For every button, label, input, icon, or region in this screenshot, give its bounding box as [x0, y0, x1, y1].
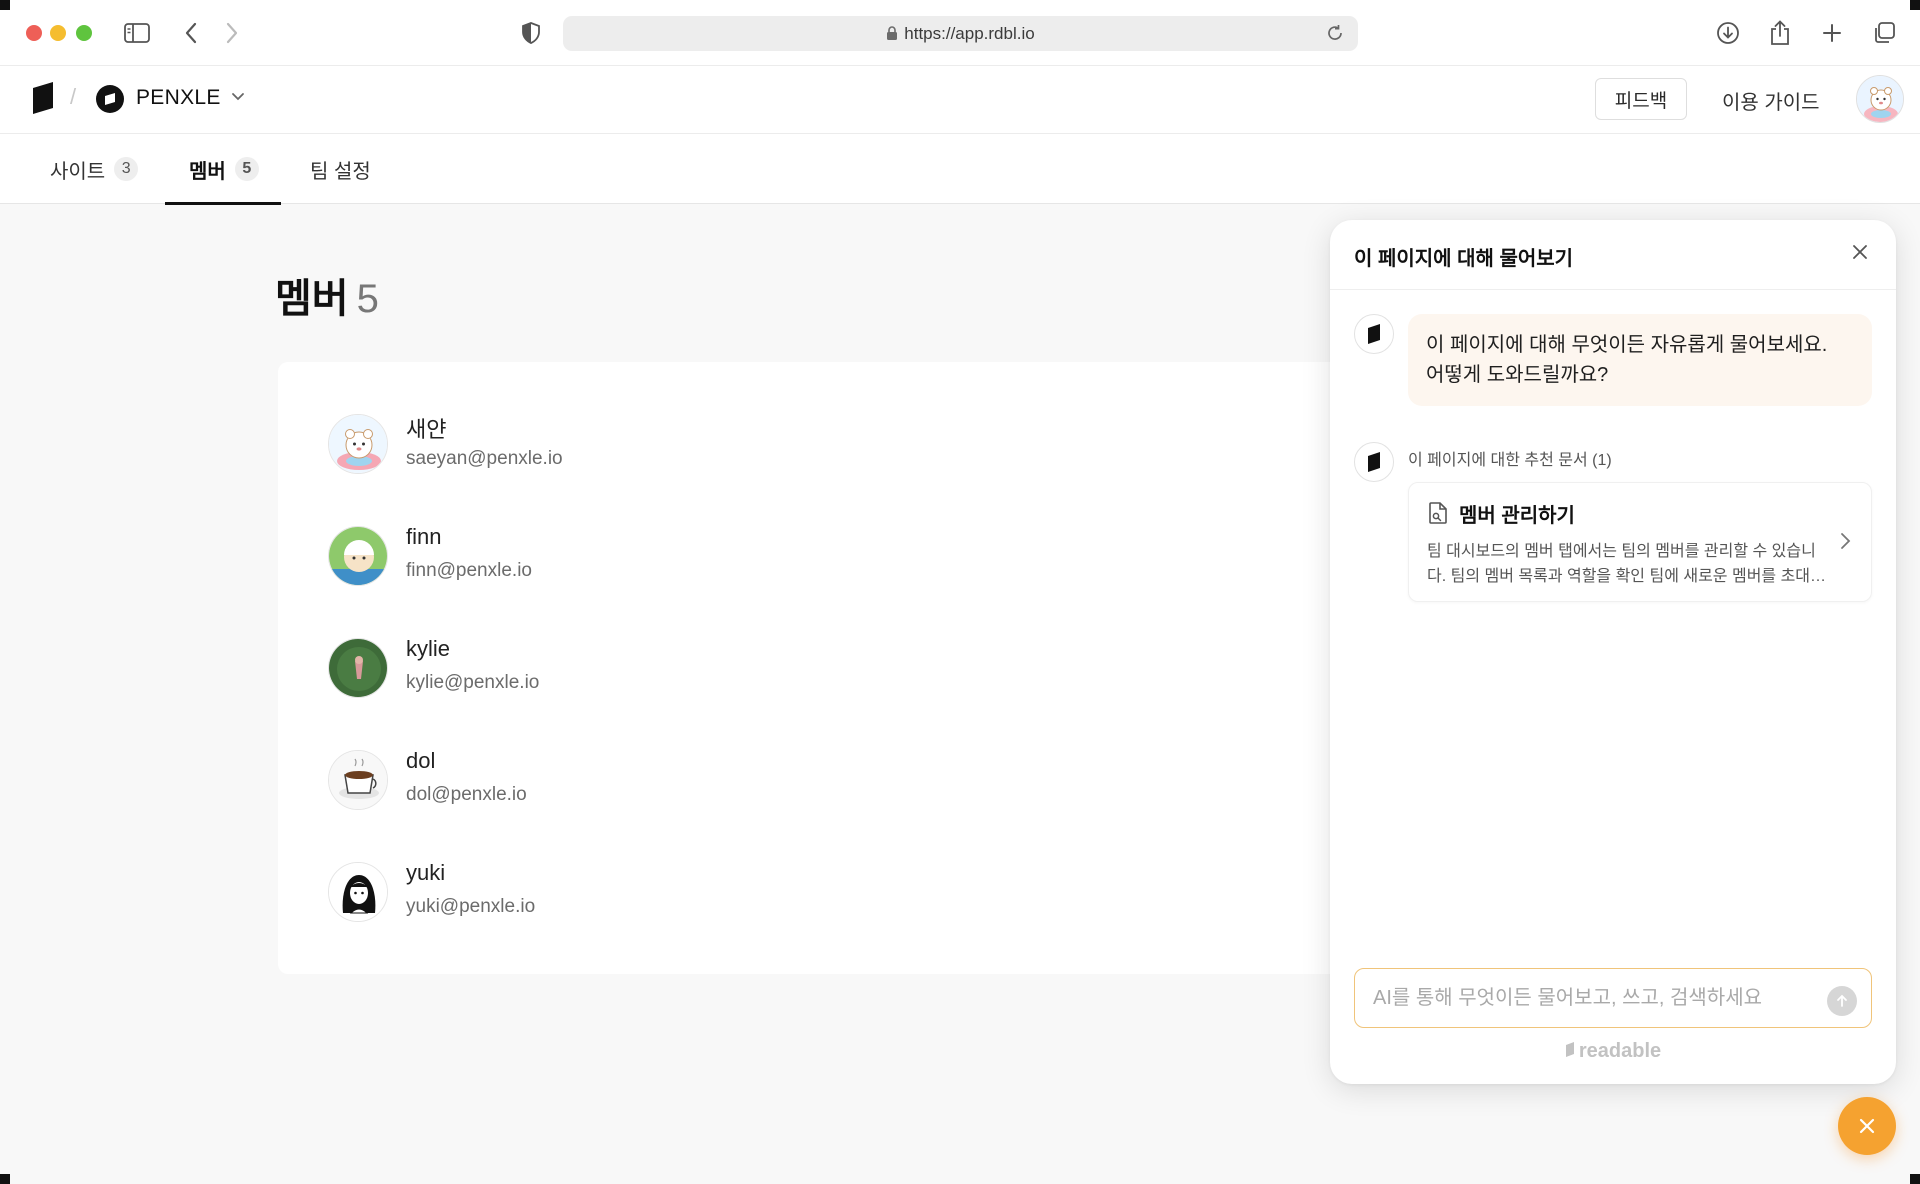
back-icon[interactable] [177, 19, 205, 47]
powered-by-text: readable [1578, 1040, 1662, 1062]
tab-members[interactable]: 멤버 5 [165, 134, 281, 205]
frame-corner [1910, 0, 1920, 10]
chevron-right-icon [1839, 531, 1851, 556]
page-title-text: 멤버 [275, 277, 349, 321]
privacy-shield-icon[interactable] [517, 19, 545, 47]
send-button[interactable] [1827, 986, 1857, 1016]
user-avatar[interactable] [1856, 75, 1904, 123]
close-icon[interactable] [1850, 242, 1870, 267]
avatar [328, 414, 388, 474]
frame-corner [1910, 1174, 1920, 1184]
avatar [328, 750, 388, 810]
maximize-window-button[interactable] [76, 25, 92, 41]
member-name: dol [406, 748, 436, 773]
member-name: kylie [406, 636, 451, 661]
member-email: saeyan@penxle.io [406, 448, 563, 469]
document-search-icon [1427, 501, 1449, 530]
browser-toolbar: https://app.rdbl.io [0, 0, 1920, 66]
tab-count-badge: 3 [114, 157, 139, 181]
avatar [328, 638, 388, 698]
member-email: kylie@penxle.io [406, 672, 540, 693]
member-email: finn@penxle.io [406, 560, 532, 581]
team-logo-icon [96, 85, 124, 113]
member-count: 5 [356, 277, 379, 321]
feedback-button[interactable]: 피드백 [1595, 78, 1687, 120]
frame-corner [0, 0, 10, 10]
tab-overview-icon[interactable] [1870, 19, 1898, 47]
page-title: 멤버 5 [275, 266, 379, 324]
readable-mark-icon [1565, 1040, 1575, 1063]
doc-description: 팀 대시보드의 멤버 탭에서는 팀의 멤버를 관리할 수 있습니다. 팀의 멤버… [1427, 543, 1825, 585]
ai-chat-panel: 이 페이지에 대해 물어보기 이 페이지에 대해 무엇이든 자유롭게 물어보세요… [1330, 220, 1896, 1084]
bot-avatar [1354, 314, 1394, 354]
member-email: dol@penxle.io [406, 784, 527, 805]
minimize-window-button[interactable] [50, 25, 66, 41]
greeting-line-2: 어떻게 도와드릴까요? [1426, 364, 1609, 386]
avatar [328, 862, 388, 922]
member-list: 새얀 saeyan@penxle.io finn finn@penxle.io … [278, 362, 1360, 974]
forward-icon[interactable] [218, 19, 246, 47]
ai-chat-toggle-button[interactable] [1838, 1097, 1896, 1155]
chevron-down-icon[interactable] [230, 88, 246, 109]
chat-input[interactable] [1373, 969, 1793, 1027]
member-email: yuki@penxle.io [406, 896, 536, 917]
reload-icon[interactable] [1326, 24, 1344, 47]
chat-header: 이 페이지에 대해 물어보기 [1330, 220, 1896, 290]
address-bar[interactable]: https://app.rdbl.io [563, 16, 1358, 51]
browser-window: https://app.rdbl.io / PENXLE 피드백 이용 가이드 … [0, 0, 1920, 1184]
member-name: finn [406, 524, 442, 549]
tab-sites[interactable]: 사이트 3 [50, 134, 139, 204]
new-tab-icon[interactable] [1818, 19, 1846, 47]
tab-team-settings[interactable]: 팀 설정 [310, 134, 371, 204]
chat-input-box [1354, 968, 1872, 1028]
greeting-message: 이 페이지에 대해 무엇이든 자유롭게 물어보세요. 어떻게 도와드릴까요? [1408, 314, 1872, 406]
readable-logo-icon[interactable] [32, 82, 54, 119]
breadcrumb-separator: / [70, 84, 77, 109]
tab-label: 사이트 [50, 160, 106, 183]
greeting-line-1: 이 페이지에 대해 무엇이든 자유롭게 물어보세요. [1426, 334, 1828, 356]
url-text: https://app.rdbl.io [904, 23, 1035, 43]
bot-avatar [1354, 442, 1394, 482]
tab-label: 팀 설정 [310, 160, 371, 183]
lock-icon [886, 26, 898, 41]
tab-label: 멤버 [189, 160, 226, 183]
close-icon [1859, 1118, 1875, 1134]
avatar [328, 526, 388, 586]
tab-count-badge: 5 [234, 157, 259, 181]
chat-title: 이 페이지에 대해 물어보기 [1354, 248, 1574, 270]
close-window-button[interactable] [26, 25, 42, 41]
app-header: / PENXLE 피드백 이용 가이드 [0, 66, 1920, 134]
member-name: yuki [406, 860, 446, 885]
frame-corner [0, 1174, 10, 1184]
powered-by-readable[interactable]: readable [1330, 1040, 1896, 1063]
guide-link[interactable]: 이용 가이드 [1722, 86, 1820, 115]
sidebar-toggle-icon[interactable] [123, 19, 151, 47]
team-name[interactable]: PENXLE [136, 86, 221, 110]
download-icon[interactable] [1714, 19, 1742, 47]
recommended-docs-label: 이 페이지에 대한 추천 문서 (1) [1408, 452, 1612, 469]
share-icon[interactable] [1766, 19, 1794, 47]
tab-bar: 사이트 3 멤버 5 팀 설정 [0, 134, 1920, 205]
recommended-doc-card[interactable]: 멤버 관리하기 팀 대시보드의 멤버 탭에서는 팀의 멤버를 관리할 수 있습니… [1408, 482, 1872, 602]
doc-title: 멤버 관리하기 [1459, 505, 1575, 527]
member-name: 새얀 [406, 417, 447, 442]
